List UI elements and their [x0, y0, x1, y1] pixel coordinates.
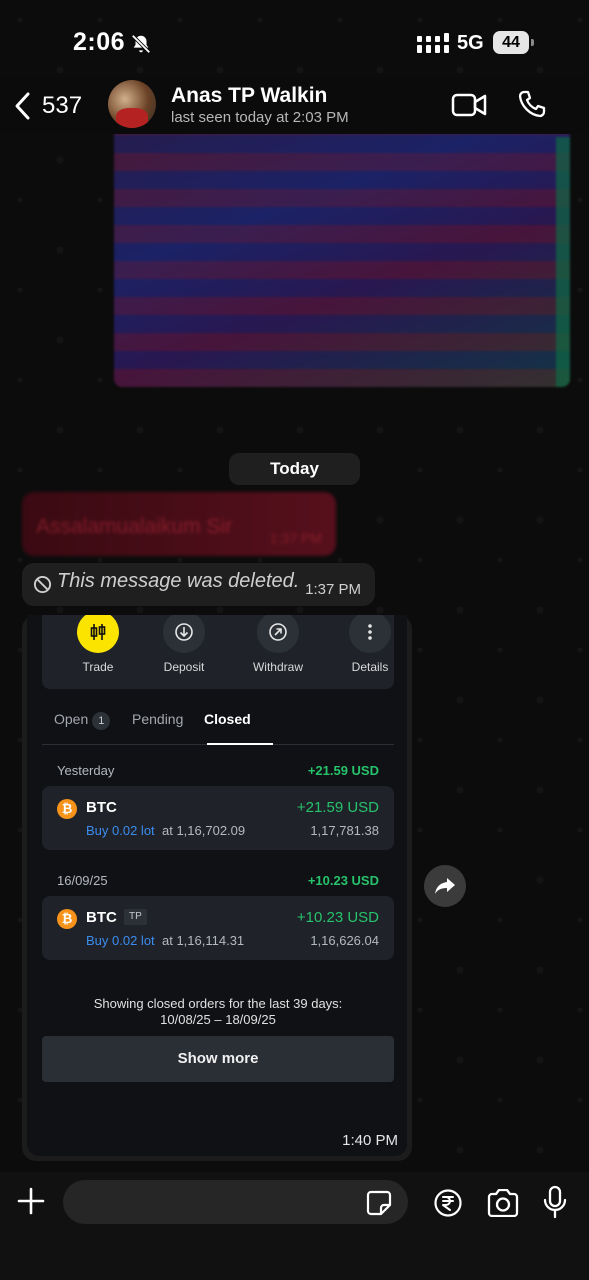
deleted-message-text: This message was deleted.	[57, 570, 300, 592]
tab-open: Open 1	[54, 711, 111, 730]
order-profit: +21.59 USD	[296, 799, 379, 816]
image-message[interactable]: Trade Deposit Withdraw Details Open 1 Pe…	[22, 615, 412, 1161]
more-vertical-icon	[368, 624, 372, 640]
status-time: 2:06	[73, 28, 126, 56]
back-button[interactable]: 537	[14, 88, 82, 124]
group-header: 16/09/25 +10.23 USD	[57, 873, 379, 888]
tab-pending: Pending	[132, 711, 184, 727]
bell-off-icon	[131, 34, 151, 54]
network-type: 5G	[457, 32, 484, 54]
action-withdraw: Withdraw	[238, 615, 318, 674]
arrow-up-right-circle-icon	[269, 623, 287, 641]
group-date: 16/09/25	[57, 873, 108, 888]
forward-button[interactable]	[424, 865, 466, 907]
deleted-message-time: 1:37 PM	[305, 581, 361, 598]
action-card: Trade Deposit Withdraw Details	[42, 615, 394, 689]
order-symbol: BTC	[86, 799, 117, 816]
order-symbol: BTC	[86, 909, 117, 926]
group-total: +21.59 USD	[307, 763, 379, 778]
contact-last-seen: last seen today at 2:03 PM	[171, 109, 349, 126]
avatar[interactable]	[108, 80, 156, 128]
action-details: Details	[330, 615, 407, 674]
trade-circle	[77, 615, 119, 653]
action-label: Withdraw	[252, 660, 303, 674]
phone-call-icon[interactable]	[517, 89, 547, 119]
chat-header: 537 Anas TP Walkin last seen today at 2:…	[0, 76, 589, 134]
group-date: Yesterday	[57, 763, 115, 778]
blur-edge	[556, 137, 570, 387]
closed-orders-note: Showing closed orders for the last 39 da…	[42, 996, 394, 1028]
battery-tip	[531, 39, 534, 46]
message-input[interactable]	[63, 1180, 408, 1224]
redacted-message-time: 1:37 PM	[269, 530, 322, 546]
details-circle	[349, 615, 391, 653]
withdraw-circle	[257, 615, 299, 653]
tab-open-label: Open	[54, 711, 89, 727]
contact-name[interactable]: Anas TP Walkin	[171, 84, 327, 108]
trade-screenshot: Trade Deposit Withdraw Details Open 1 Pe…	[27, 615, 407, 1156]
order-close-price: 1,17,781.38	[310, 823, 379, 838]
blurred-image-message[interactable]	[114, 117, 570, 387]
bitcoin-icon: ₿	[57, 909, 77, 929]
redacted-message-text: Assalamualaikum Sir	[36, 515, 233, 538]
signal-icon	[417, 33, 449, 53]
order-card: ₿ BTC Buy 0.02 lot at 1,16,702.09 +21.59…	[42, 786, 394, 850]
bitcoin-icon: ₿	[57, 799, 77, 819]
action-deposit: Deposit	[144, 615, 224, 674]
arrow-down-circle-icon	[175, 623, 193, 641]
order-profit: +10.23 USD	[296, 909, 379, 926]
blur-pattern	[114, 117, 570, 387]
unread-count: 537	[42, 92, 83, 119]
input-bar	[0, 1172, 589, 1280]
rupee-payment-icon[interactable]	[433, 1188, 463, 1218]
battery-icon: 44	[493, 31, 534, 54]
tab-open-count: 1	[92, 712, 111, 730]
order-card: ₿ BTC TP Buy 0.02 lot at 1,16,114.31 +10…	[42, 896, 394, 960]
deleted-message[interactable]: This message was deleted. 1:37 PM	[22, 563, 375, 606]
status-bar: 2:06 5G 44	[0, 0, 589, 82]
show-more-button: Show more	[42, 1036, 394, 1082]
sticker-icon[interactable]	[366, 1190, 392, 1216]
order-close-price: 1,16,626.04	[310, 933, 379, 948]
closed-note-line2: 10/08/25 – 18/09/25	[160, 1012, 276, 1027]
group-header: Yesterday +21.59 USD	[57, 763, 379, 778]
forward-icon	[435, 878, 455, 894]
candlestick-icon	[90, 624, 106, 640]
microphone-icon[interactable]	[542, 1185, 568, 1219]
chevron-left-icon	[15, 92, 30, 120]
action-trade: Trade	[58, 615, 138, 674]
camera-icon[interactable]	[486, 1189, 520, 1217]
order-tabs: Open 1 Pending Closed	[42, 711, 394, 745]
plus-icon[interactable]	[16, 1186, 46, 1216]
tp-badge: TP	[124, 909, 147, 925]
deleted-icon	[33, 575, 52, 594]
date-separator: Today	[229, 453, 360, 485]
redacted-message[interactable]: Assalamualaikum Sir 1:37 PM	[22, 492, 336, 556]
order-open-price: at 1,16,114.31	[162, 933, 245, 948]
action-label: Deposit	[163, 660, 205, 674]
tab-underline	[207, 743, 273, 745]
image-message-time: 1:40 PM	[342, 1132, 398, 1149]
closed-note-line1: Showing closed orders for the last 39 da…	[93, 996, 343, 1011]
tab-closed: Closed	[204, 711, 251, 727]
order-open-price: at 1,16,702.09	[162, 823, 246, 838]
order-side: Buy 0.02 lot	[86, 933, 155, 948]
action-label: Trade	[82, 660, 114, 674]
battery-level: 44	[493, 31, 529, 54]
group-total: +10.23 USD	[307, 873, 379, 888]
order-side: Buy 0.02 lot	[86, 823, 155, 838]
video-call-icon[interactable]	[451, 92, 487, 118]
deposit-circle	[163, 615, 205, 653]
action-label: Details	[351, 660, 389, 674]
